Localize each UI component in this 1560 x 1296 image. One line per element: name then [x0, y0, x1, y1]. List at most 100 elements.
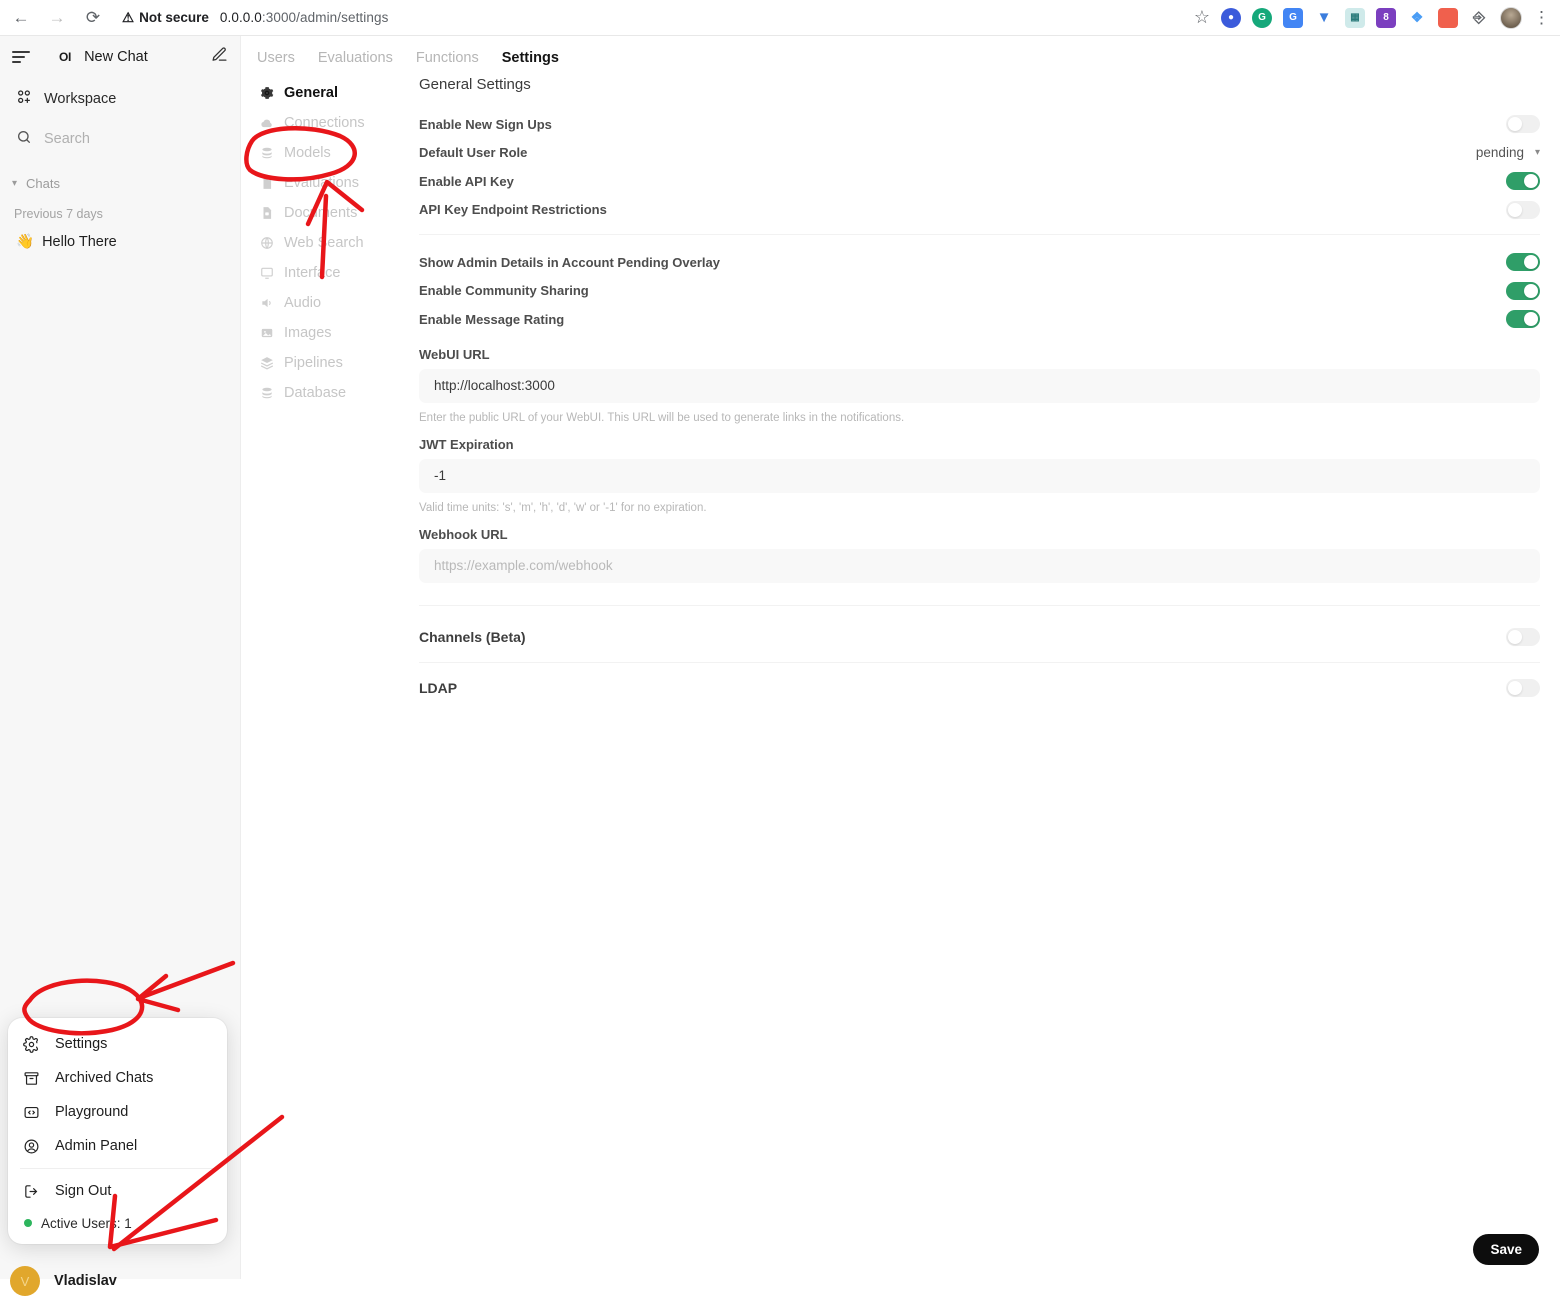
nav-item-label: General: [284, 85, 338, 101]
toggle-enable-community-sharing[interactable]: [1506, 281, 1540, 300]
sidebar-item-workspace[interactable]: Workspace: [0, 83, 240, 115]
sidebar-item-images[interactable]: Images: [253, 318, 423, 348]
chats-group-header[interactable]: ▾ Chats: [0, 167, 240, 199]
menu-item-admin-panel[interactable]: Admin Panel: [8, 1129, 227, 1163]
badge-8-icon[interactable]: 8: [1376, 7, 1396, 28]
bitwarden-icon[interactable]: ▼: [1314, 7, 1334, 28]
menu-item-label: Playground: [55, 1104, 129, 1120]
sidebar-item-database[interactable]: Database: [253, 378, 423, 408]
time-group-label: Previous 7 days: [14, 207, 103, 221]
google-translate-icon[interactable]: G: [1283, 7, 1303, 28]
tab-settings[interactable]: Settings: [502, 50, 559, 66]
sidebar-item-documents[interactable]: Documents: [253, 198, 423, 228]
toggle-api-key-endpoint-restrictions[interactable]: [1506, 200, 1540, 219]
developer-icon[interactable]: ❖: [1407, 7, 1427, 28]
browser-toolbar: ← → ⟳ ⚠ Not secure 0.0.0.0:3000/admin/se…: [0, 0, 1560, 36]
tab-users[interactable]: Users: [257, 50, 295, 66]
search-placeholder: Search: [44, 131, 90, 147]
menu-item-label: Sign Out: [55, 1183, 112, 1199]
tab-evaluations[interactable]: Evaluations: [318, 50, 393, 66]
compose-pencil-icon[interactable]: [211, 46, 228, 68]
sidebar-item-interface[interactable]: Interface: [253, 258, 423, 288]
toggle-ldap[interactable]: [1506, 678, 1540, 697]
save-button[interactable]: Save: [1473, 1234, 1539, 1265]
browser-toolbar-right: ☆ ● G G ▼ ▦ 8 ❖ ⎆ ⋮: [1194, 6, 1560, 29]
bookmark-star-icon[interactable]: ☆: [1194, 7, 1210, 28]
select-default-user-role[interactable]: pending ▾: [1476, 145, 1540, 160]
setting-label: Enable New Sign Ups: [419, 116, 552, 132]
colorpicker-icon[interactable]: [1438, 7, 1458, 28]
admin-panel: Users Evaluations Functions Settings Gen…: [241, 36, 1560, 1279]
sidebar-item-pipelines[interactable]: Pipelines: [253, 348, 423, 378]
address-bar[interactable]: 0.0.0.0:3000/admin/settings: [220, 10, 389, 25]
settings-content: General Settings Enable New Sign Ups Def…: [419, 76, 1540, 706]
sidebar-item-web-search[interactable]: Web Search: [253, 228, 423, 258]
new-chat-button[interactable]: New Chat: [84, 49, 148, 65]
toggle-channels-beta[interactable]: [1506, 627, 1540, 646]
chat-emoji: 👋: [16, 234, 35, 250]
globe-icon: [259, 236, 274, 251]
page-title: General Settings: [419, 76, 531, 93]
chat-title: Hello There: [42, 233, 117, 250]
search-input[interactable]: Search: [0, 123, 240, 155]
toggle-show-admin-details[interactable]: [1506, 253, 1540, 272]
browser-back-button[interactable]: ←: [6, 3, 36, 33]
user-name-label: Vladislav: [54, 1273, 117, 1289]
sidebar-item-general[interactable]: General: [253, 78, 423, 108]
sidebar-header: OI New Chat: [0, 36, 240, 78]
settings-nav: General Connections Models Evaluations D…: [253, 78, 423, 408]
extension-icon-blue-circle[interactable]: ●: [1221, 7, 1241, 28]
menu-item-archived-chats[interactable]: Archived Chats: [8, 1061, 227, 1095]
menu-item-label: Settings: [55, 1036, 108, 1052]
app-logo: OI: [59, 50, 72, 64]
field-label-jwt-expiration: JWT Expiration: [419, 436, 514, 452]
browser-reload-button[interactable]: ⟳: [78, 3, 108, 33]
sidebar-item-evaluations[interactable]: Evaluations: [253, 168, 423, 198]
webhook-url-input[interactable]: https://example.com/webhook: [419, 548, 1540, 583]
jwt-expiration-input[interactable]: -1: [419, 458, 1540, 493]
archive-box-icon: [22, 1069, 41, 1088]
menu-item-settings[interactable]: Settings: [8, 1027, 227, 1061]
nav-item-label: Images: [284, 325, 332, 341]
nav-item-label: Models: [284, 145, 331, 161]
security-status-chip[interactable]: ⚠ Not secure: [122, 10, 209, 26]
active-users-status: Active Users: 1: [8, 1208, 227, 1238]
sidebar-item-audio[interactable]: Audio: [253, 288, 423, 318]
nav-item-label: Database: [284, 385, 347, 401]
sidebar-item-models[interactable]: Models: [253, 138, 423, 168]
search-icon: [16, 129, 32, 149]
chrome-profile-avatar[interactable]: [1500, 6, 1522, 29]
kebab-menu-icon[interactable]: ⋮: [1533, 9, 1550, 26]
field-help-webui-url: Enter the public URL of your WebUI. This…: [419, 411, 905, 424]
nav-item-label: Audio: [284, 295, 322, 311]
setting-label: Channels (Beta): [419, 628, 526, 645]
tab-functions[interactable]: Functions: [416, 50, 479, 66]
setting-default-user-role: Default User Role pending ▾: [419, 139, 1540, 168]
code-brackets-icon: [22, 1103, 41, 1122]
grammarly-icon[interactable]: G: [1252, 7, 1272, 28]
section-divider: [419, 661, 1540, 663]
setting-show-admin-details: Show Admin Details in Account Pending Ov…: [419, 248, 1540, 277]
toggle-enable-message-rating[interactable]: [1506, 310, 1540, 329]
user-profile-button[interactable]: V Vladislav: [10, 1266, 117, 1296]
database-stack-icon: [259, 146, 274, 161]
webui-url-input[interactable]: http://localhost:3000: [419, 368, 1540, 403]
menu-item-playground[interactable]: Playground: [8, 1095, 227, 1129]
menu-item-sign-out[interactable]: Sign Out: [8, 1174, 227, 1208]
section-divider: [419, 604, 1540, 606]
browser-forward-button[interactable]: →: [42, 3, 72, 33]
nav-item-label: Interface: [284, 265, 341, 281]
sidebar-item-connections[interactable]: Connections: [253, 108, 423, 138]
hamburger-menu-icon[interactable]: [12, 51, 32, 63]
toggle-enable-api-key[interactable]: [1506, 172, 1540, 191]
puzzle-teal-icon[interactable]: ▦: [1345, 7, 1365, 28]
nav-item-label: Connections: [284, 115, 365, 131]
cloud-icon: [259, 116, 274, 131]
extensions-puzzle-icon[interactable]: ⎆: [1469, 7, 1489, 28]
menu-item-label: Admin Panel: [55, 1138, 138, 1154]
field-label-webhook-url: Webhook URL: [419, 526, 508, 542]
toggle-enable-new-sign-ups[interactable]: [1506, 115, 1540, 134]
gear-icon: [259, 86, 274, 101]
list-item[interactable]: 👋 Hello There: [0, 233, 240, 251]
security-status-label: Not secure: [139, 10, 209, 25]
